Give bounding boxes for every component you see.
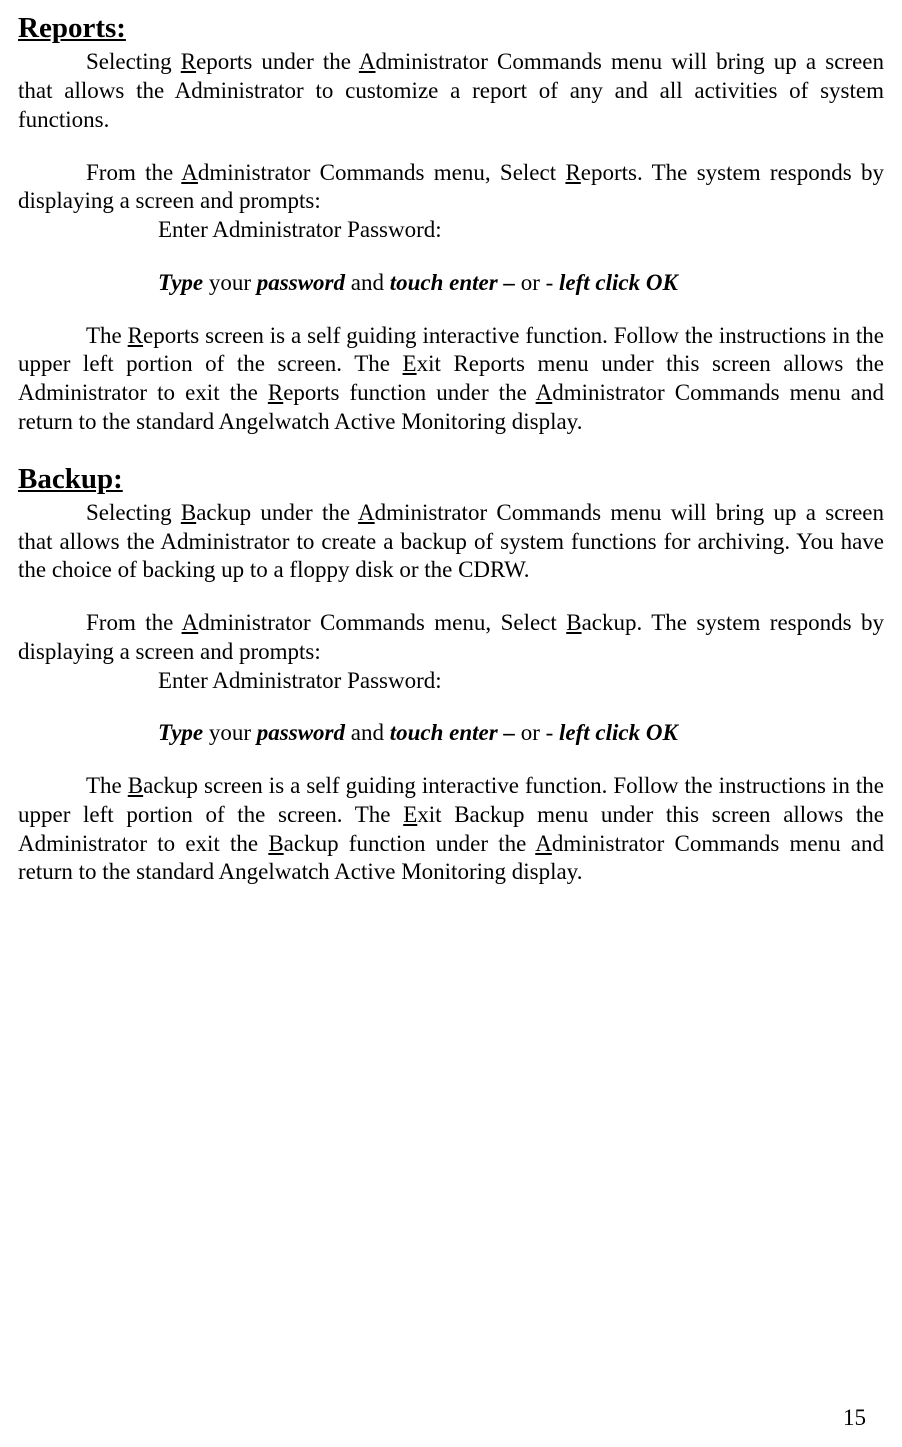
underline-B: B xyxy=(566,610,581,635)
underline-R: R xyxy=(268,380,283,405)
text: your xyxy=(203,270,257,295)
underline-B: B xyxy=(128,773,143,798)
action-touch-enter: touch enter – xyxy=(390,720,515,745)
backup-paragraph-2: From the Administrator Commands menu, Se… xyxy=(18,609,884,667)
action-left-click-ok: left click OK xyxy=(559,270,678,295)
heading-backup: Backup: xyxy=(18,461,884,497)
text: dministrator Commands menu, Select xyxy=(198,610,566,635)
text: From the xyxy=(86,610,182,635)
underline-A: A xyxy=(358,500,375,525)
action-type: Type xyxy=(158,720,203,745)
text: your xyxy=(203,720,257,745)
underline-B: B xyxy=(18,463,37,495)
underline-R: R xyxy=(565,160,580,185)
underline-B: B xyxy=(268,831,283,856)
reports-paragraph-2: From the Administrator Commands menu, Se… xyxy=(18,159,884,217)
reports-password-prompt: Enter Administrator Password: xyxy=(18,216,884,245)
action-password: password xyxy=(257,720,345,745)
text: Selecting xyxy=(86,500,181,525)
backup-password-prompt: Enter Administrator Password: xyxy=(18,667,884,696)
underline-E: E xyxy=(403,351,417,376)
text: and xyxy=(345,720,390,745)
underline-A: A xyxy=(536,380,553,405)
heading-reports: Reports: xyxy=(18,10,884,46)
action-left-click-ok: left click OK xyxy=(559,720,678,745)
text: eports function under the xyxy=(283,380,535,405)
text: From the xyxy=(86,160,181,185)
underline-R: R xyxy=(181,49,196,74)
underline-B: B xyxy=(181,500,196,525)
page-number: 15 xyxy=(843,1404,866,1433)
action-touch-enter: touch enter – xyxy=(390,270,515,295)
action-type: Type xyxy=(158,270,203,295)
text: eports under the xyxy=(196,49,359,74)
text: or - xyxy=(515,270,559,295)
underline-A: A xyxy=(359,49,376,74)
underline-E: E xyxy=(403,802,417,827)
backup-action-line: Type your password and touch enter – or … xyxy=(18,719,884,748)
text: The xyxy=(86,323,128,348)
text: dministrator Commands menu, Select xyxy=(198,160,566,185)
text: The xyxy=(86,773,128,798)
reports-action-line: Type your password and touch enter – or … xyxy=(18,269,884,298)
text: and xyxy=(345,270,390,295)
text: ackup function under the xyxy=(284,831,536,856)
underline-R: R xyxy=(128,323,143,348)
underline-A: A xyxy=(182,610,199,635)
backup-paragraph-1: Selecting Backup under the Administrator… xyxy=(18,499,884,585)
text: ackup under the xyxy=(196,500,358,525)
underline-A: A xyxy=(181,160,198,185)
text: Selecting xyxy=(86,49,181,74)
text: or - xyxy=(515,720,559,745)
reports-paragraph-1: Selecting Reports under the Administrato… xyxy=(18,48,884,134)
underline-A: A xyxy=(535,831,552,856)
action-password: password xyxy=(257,270,345,295)
backup-paragraph-3: The Backup screen is a self guiding inte… xyxy=(18,772,884,887)
reports-paragraph-3: The Reports screen is a self guiding int… xyxy=(18,322,884,437)
